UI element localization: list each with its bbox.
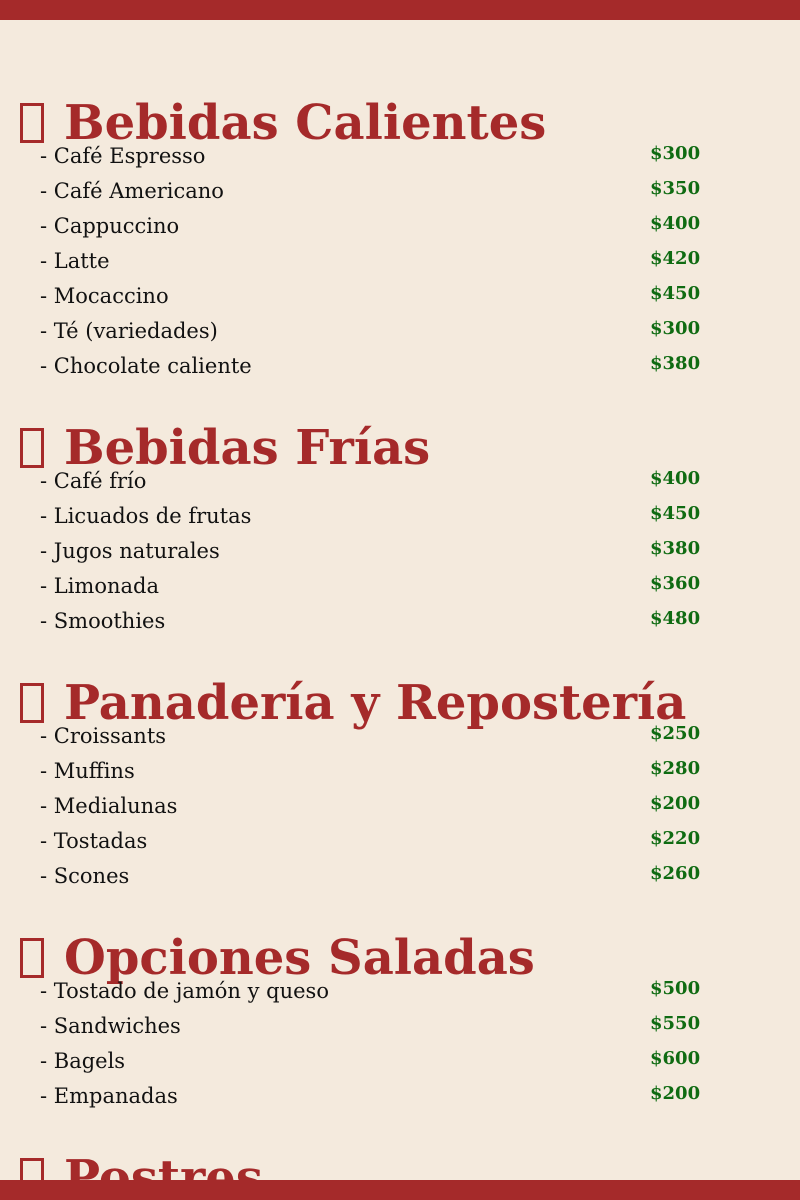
menu-item-price: $360 [650,573,701,594]
menu-item-price: $480 [650,608,701,629]
menu-item-price: $380 [650,538,701,559]
menu-item-name: - Croissants [40,724,167,748]
menu-item-name: - Medialunas [40,794,178,818]
menu-item-name: - Jugos naturales [40,539,220,563]
section-title-text: Opciones Saladas [64,930,535,986]
menu-item-name: - Scones [40,864,130,888]
menu-item-price: $280 [650,758,701,779]
menu-item-name: - Sandwiches [40,1014,181,1038]
sandwich-icon [20,938,44,978]
bottom-border-bar [0,1180,800,1200]
section-title: Bebidas Frías [20,424,430,472]
menu-item-name: - Mocaccino [40,284,169,308]
menu-item-name: - Chocolate caliente [40,354,252,378]
menu-item-price: $420 [650,248,701,269]
section-title-text: Bebidas Frías [64,420,431,476]
menu-item-name: - Tostadas [40,829,148,853]
menu-item-price: $260 [650,863,701,884]
menu-item-name: - Tostado de jamón y queso [40,979,329,1003]
menu-item-price: $550 [650,1013,701,1034]
menu-item-price: $450 [650,283,701,304]
section-title: Bebidas Calientes [20,99,546,147]
menu-item-price: $400 [650,468,701,489]
menu-item-name: - Café frío [40,469,147,493]
menu-item-price: $200 [650,793,701,814]
menu-item-price: $200 [650,1083,701,1104]
menu-item-name: - Muffins [40,759,135,783]
menu-list: Bebidas Calientes - Café Espresso $300 -… [0,0,800,1200]
menu-item-name: - Limonada [40,574,159,598]
menu-item-name: - Café Espresso [40,144,206,168]
menu-item-name: - Latte [40,249,110,273]
cup-icon [20,103,44,143]
menu-item-price: $300 [650,318,701,339]
section-title: Opciones Saladas [20,934,535,982]
menu-item-price: $450 [650,503,701,524]
menu-item-price: $250 [650,723,701,744]
menu-item-name: - Bagels [40,1049,126,1073]
menu-item-price: $300 [650,143,701,164]
menu-item-price: $380 [650,353,701,374]
menu-item-price: $350 [650,178,701,199]
menu-item-price: $600 [650,1048,701,1069]
section-title-text: Panadería y Repostería [64,675,687,731]
section-title-text: Bebidas Calientes [64,95,547,151]
bread-icon [20,683,44,723]
menu-item-name: - Cappuccino [40,214,180,238]
menu-item-price: $400 [650,213,701,234]
section-title: Panadería y Repostería [20,679,686,727]
menu-item-price: $500 [650,978,701,999]
menu-item-name: - Smoothies [40,609,166,633]
glass-icon [20,428,44,468]
menu-item-name: - Té (variedades) [40,319,218,343]
menu-item-name: - Café Americano [40,179,224,203]
menu-item-name: - Empanadas [40,1084,178,1108]
menu-item-name: - Licuados de frutas [40,504,252,528]
menu-item-price: $220 [650,828,701,849]
